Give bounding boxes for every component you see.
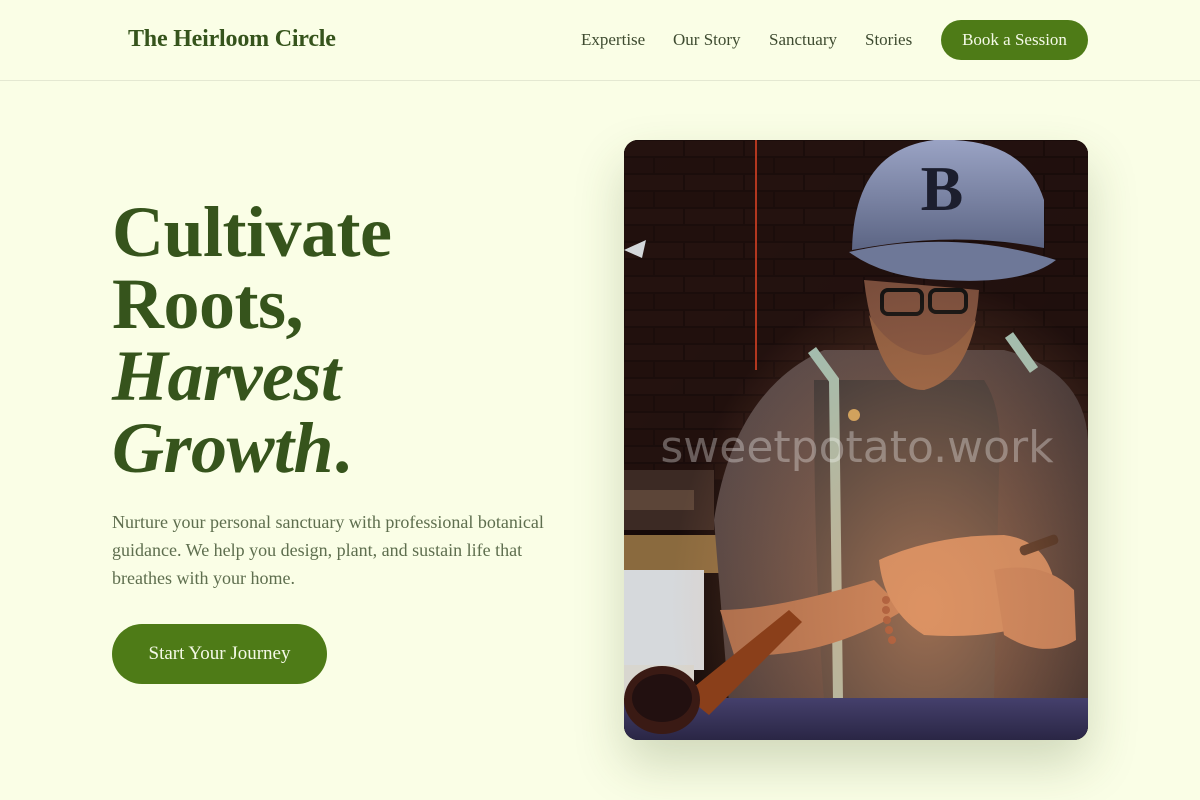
hero-title-period: .	[333, 408, 351, 488]
hero-title-line-4-word: Growth	[112, 408, 334, 488]
nav-link-our-story[interactable]: Our Story	[673, 30, 741, 50]
book-session-button[interactable]: Book a Session	[941, 20, 1088, 60]
nav-link-expertise[interactable]: Expertise	[581, 30, 645, 50]
brand-logo[interactable]: The Heirloom Circle	[128, 26, 336, 53]
hero-title-line-1: Cultivate	[112, 192, 392, 272]
hero-title-line-4: Growth.	[112, 412, 572, 484]
nav-link-stories[interactable]: Stories	[865, 30, 912, 50]
hero-description: Nurture your personal sanctuary with pro…	[112, 512, 544, 588]
start-journey-button[interactable]: Start Your Journey	[112, 624, 327, 684]
hero-title-line-2: Roots,	[112, 264, 304, 344]
site-header: The Heirloom Circle Expertise Our Story …	[0, 0, 1200, 81]
nav-link-sanctuary[interactable]: Sanctuary	[769, 30, 837, 50]
image-watermark: sweetpotato.work	[660, 422, 1054, 473]
hero-title-line-3: Harvest	[112, 336, 341, 416]
hero-photo-craftsman: B sweetpotato.work	[624, 140, 1088, 740]
hero-title: Cultivate Roots, Harvest Growth.	[112, 196, 572, 484]
